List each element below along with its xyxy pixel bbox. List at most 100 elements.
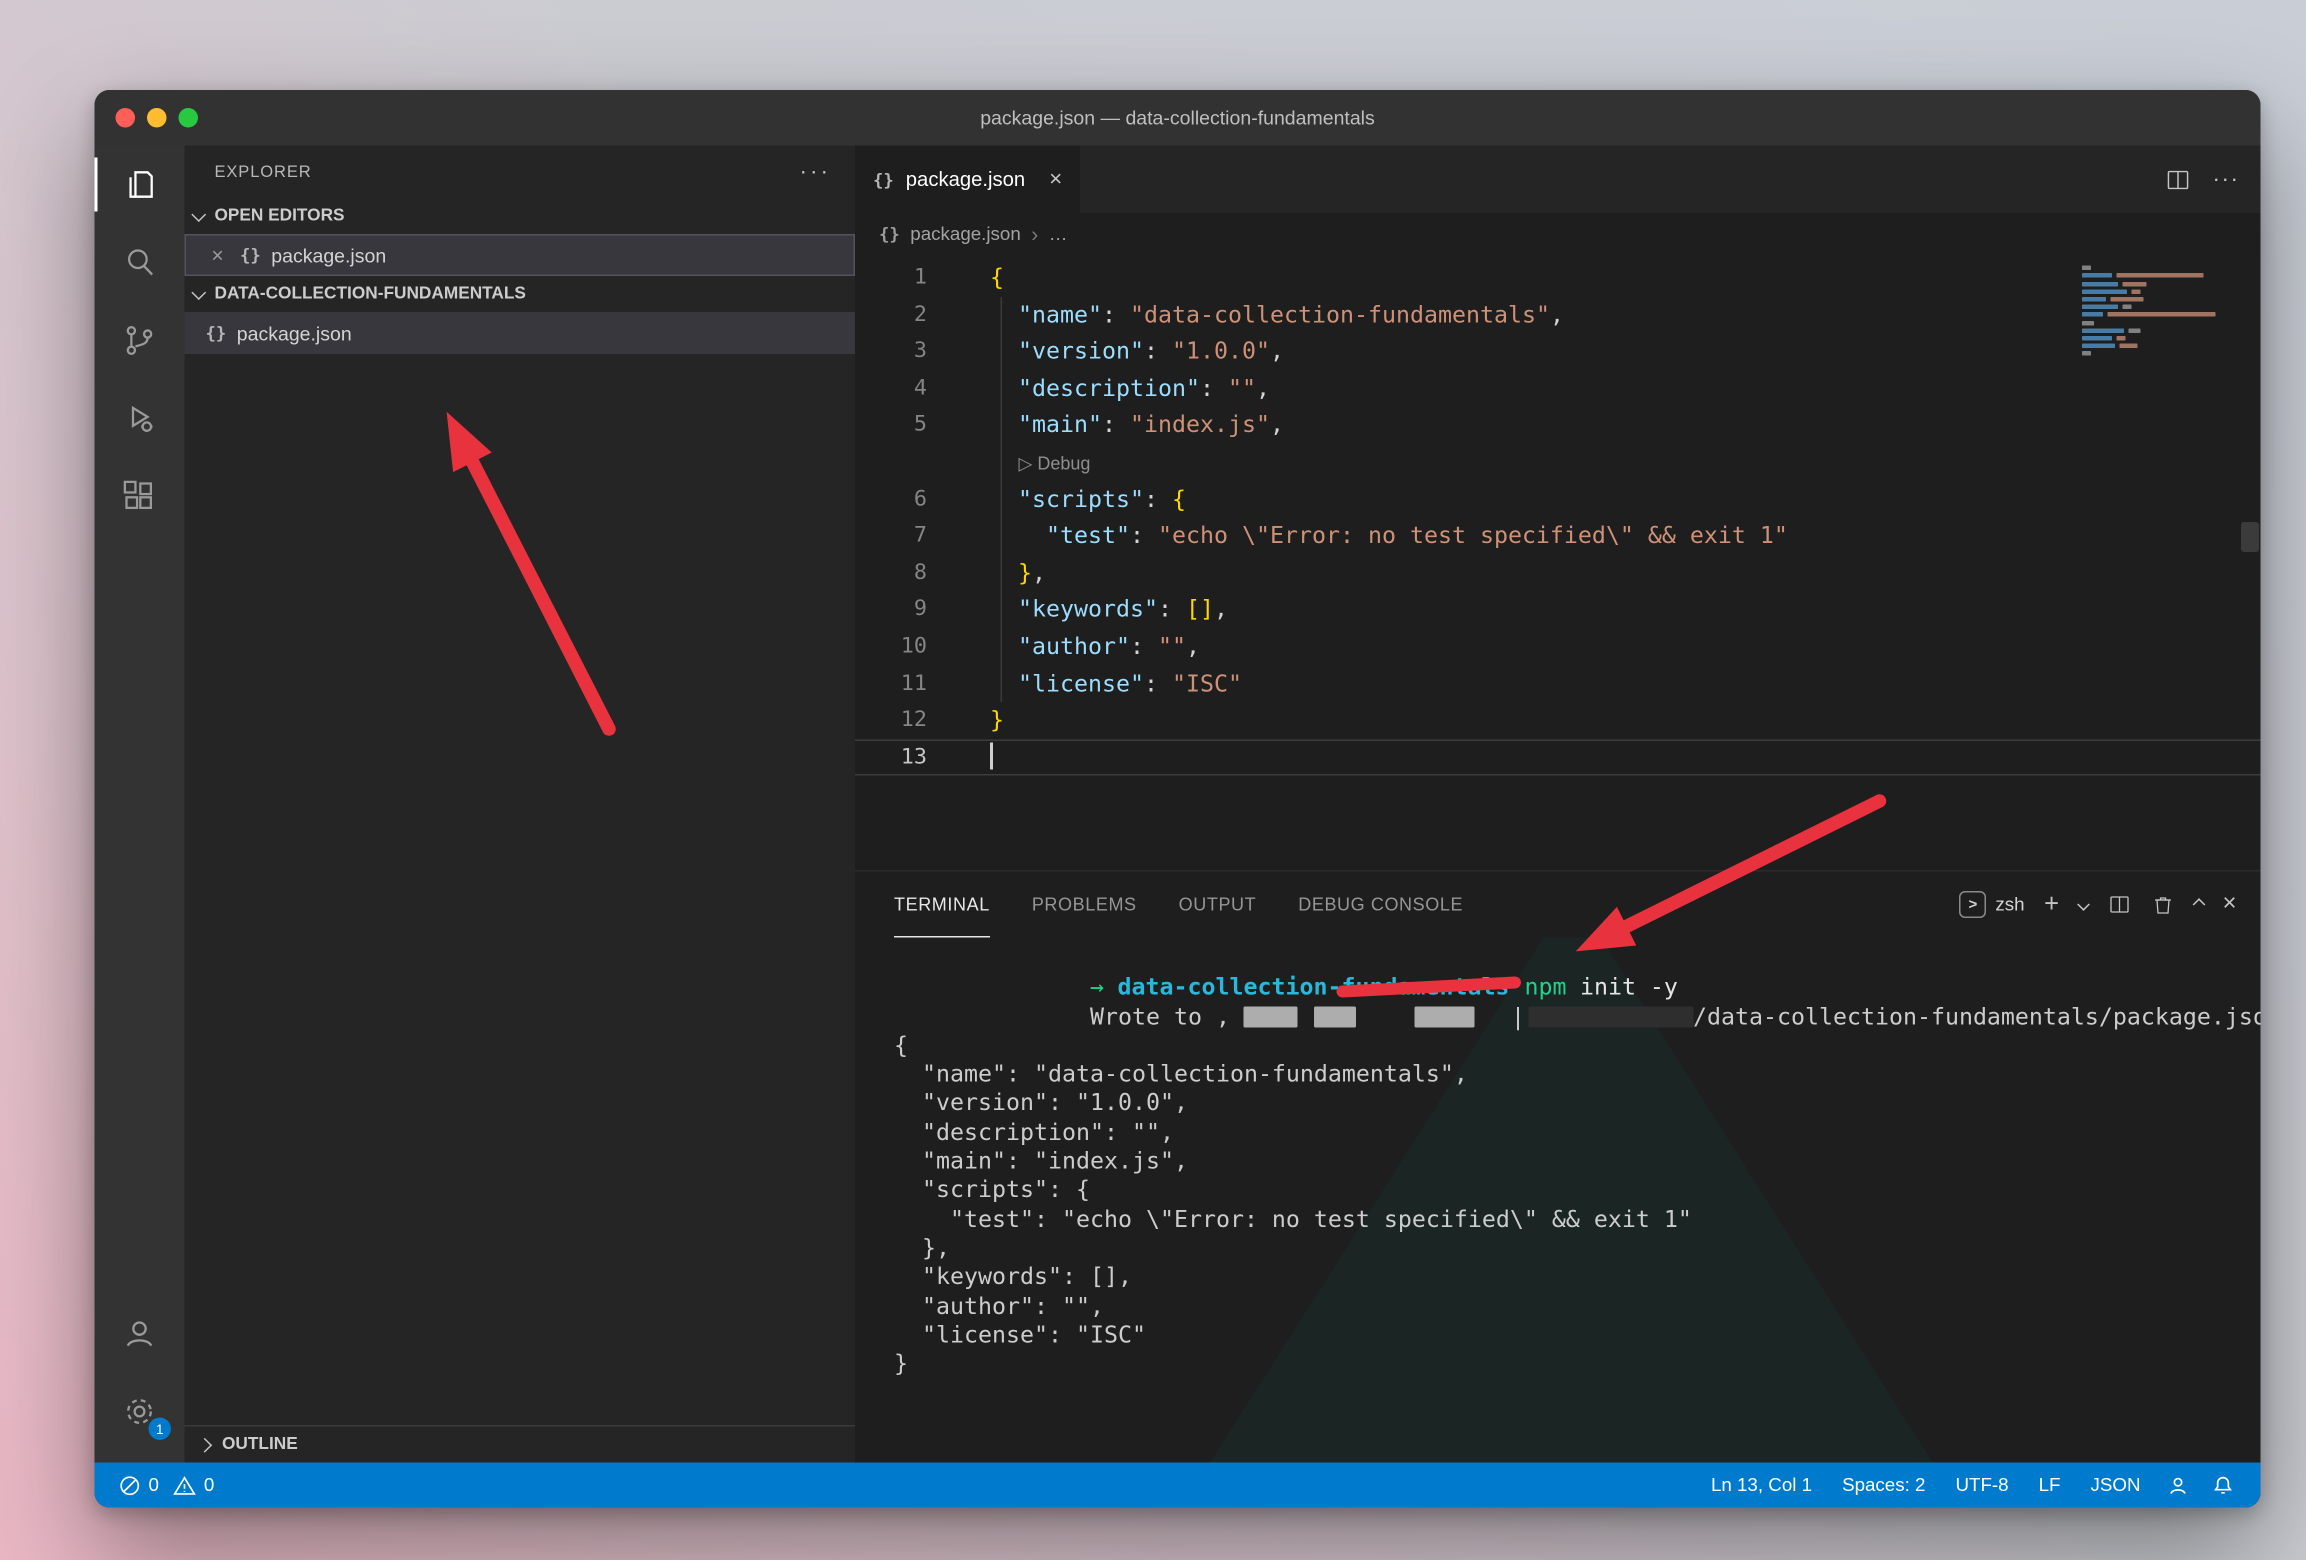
kill-terminal-trash-icon[interactable] [2150,893,2174,917]
source-control-icon[interactable] [95,302,185,380]
tab-terminal[interactable]: TERMINAL [894,872,990,938]
tab-package-json[interactable]: {} package.json × [855,146,1082,214]
line-number: 8 [855,555,960,592]
language-mode-status[interactable]: JSON [2078,1463,2152,1508]
panel-header: TERMINAL PROBLEMS OUTPUT DEBUG CONSOLE >… [855,872,2261,938]
line-content: "keywords": [], [960,592,1228,629]
line-content: "license": "ISC" [960,665,1242,702]
terminal-output-line: "author": "", [894,1292,2261,1321]
code-line[interactable]: 3 "version": "1.0.0", [855,333,2261,370]
line-number: 11 [855,665,960,702]
sidebar-explorer: EXPLORER ··· OPEN EDITORS × {} package.j… [185,146,856,1463]
shell-label: zsh [1995,894,2024,915]
line-number [855,444,960,481]
line-content: "main": "index.js", [960,407,1284,444]
errors-icon [119,1474,142,1497]
code-line[interactable]: 9 "keywords": [], [855,592,2261,629]
code-line[interactable]: 5 "main": "index.js", [855,407,2261,444]
tab-output[interactable]: OUTPUT [1179,872,1257,938]
terminal-output-line: "keywords": [], [894,1263,2261,1292]
file-item-package-json[interactable]: {} package.json [185,312,856,354]
terminal-output: { "name": "data-collection-fundamentals"… [894,1032,2261,1379]
split-editor-icon[interactable] [2165,166,2192,193]
notifications-bell-icon[interactable] [2204,1463,2243,1508]
line-number: 4 [855,370,960,407]
tab-problems[interactable]: PROBLEMS [1032,872,1137,938]
terminal-dropdown-icon[interactable] [2077,898,2090,911]
sidebar-title: EXPLORER [215,163,312,181]
terminal-output-line: } [894,1350,2261,1379]
codelens-line[interactable]: ▷ Debug [855,444,2261,481]
open-editor-item-package-json[interactable]: × {} package.json [185,234,856,276]
problems-status[interactable]: 0 0 [113,1463,221,1508]
terminal-output-line: "main": "index.js", [894,1148,2261,1177]
encoding-status[interactable]: UTF-8 [1943,1463,2020,1508]
line-number: 1 [855,260,960,297]
terminal-icon: > [1959,891,1986,918]
settings-gear-icon[interactable]: 0 1 [95,1373,185,1451]
editor-cursor [990,742,993,769]
settings-notification-badge: 1 [149,1418,172,1441]
json-file-icon: {} [206,323,227,344]
shell-selector[interactable]: > zsh [1959,891,2024,918]
run-debug-icon[interactable] [95,380,185,458]
cursor-position-status[interactable]: Ln 13, Col 1 [1699,1463,1824,1508]
debug-codelens[interactable]: ▷ Debug [1019,453,1091,474]
editor-scrollbar[interactable] [2241,522,2259,552]
minimap[interactable] [2075,263,2240,356]
explorer-more-actions-icon[interactable]: ··· [800,159,832,185]
line-number: 5 [855,407,960,444]
split-terminal-icon[interactable] [2107,893,2131,917]
terminal-prompt-line[interactable]: →data-collection-fundamentals [894,1437,2261,1462]
new-terminal-icon[interactable]: + [2044,890,2059,920]
editor-more-actions-icon[interactable]: ··· [2213,167,2240,193]
open-editors-label: OPEN EDITORS [215,207,345,225]
json-file-icon: {} [873,169,894,190]
tab-debug-console[interactable]: DEBUG CONSOLE [1298,872,1463,938]
line-number: 12 [855,702,960,739]
code-line[interactable]: 12} [855,702,2261,739]
breadcrumb-file[interactable]: package.json [910,224,1021,245]
close-editor-icon[interactable]: × [206,243,230,267]
line-content: "version": "1.0.0", [960,333,1284,370]
terminal-output-line: "name": "data-collection-fundamentals", [894,1061,2261,1090]
terminal-output-line: "license": "ISC" [894,1321,2261,1350]
terminal-command-line: →data-collection-fundamentalsnpminit -y [894,945,2261,974]
code-line[interactable]: 6 "scripts": { [855,481,2261,518]
code-line[interactable]: 13 [855,739,2261,776]
line-content: "name": "data-collection-fundamentals", [960,296,1564,333]
breadcrumb-more[interactable]: … [1049,224,1068,245]
code-line[interactable]: 8 }, [855,555,2261,592]
maximize-panel-icon[interactable] [2192,898,2205,911]
terminal-output-line: "version": "1.0.0", [894,1090,2261,1119]
breadcrumb[interactable]: {} package.json › … [855,213,2261,255]
line-number: 2 [855,296,960,333]
tab-label: package.json [906,168,1025,191]
terminal-output-line: "test": "echo \"Error: no test specified… [894,1206,2261,1235]
feedback-icon[interactable] [2159,1463,2198,1508]
open-editors-header[interactable]: OPEN EDITORS [185,198,856,234]
accounts-icon[interactable] [95,1295,185,1373]
close-panel-icon[interactable]: × [2222,891,2236,918]
line-number: 10 [855,628,960,665]
explorer-icon[interactable] [95,146,185,224]
outline-section-header[interactable]: OUTLINE [185,1425,856,1463]
line-number: 9 [855,592,960,629]
code-line[interactable]: 4 "description": "", [855,370,2261,407]
code-line[interactable]: 7 "test": "echo \"Error: no test specifi… [855,518,2261,555]
search-icon[interactable] [95,224,185,302]
extensions-icon[interactable] [95,458,185,536]
breadcrumb-separator-icon: › [1031,222,1038,246]
indentation-status[interactable]: Spaces: 2 [1830,1463,1937,1508]
code-line[interactable]: 11 "license": "ISC" [855,665,2261,702]
terminal-content[interactable]: →data-collection-fundamentalsnpminit -y … [855,938,2261,1463]
code-editor[interactable]: 1{2 "name": "data-collection-fundamental… [855,255,2261,870]
close-tab-icon[interactable]: × [1049,167,1062,193]
code-line[interactable]: 10 "author": "", [855,628,2261,665]
line-content: "author": "", [960,628,1200,665]
file-name-label: package.json [237,322,352,345]
eol-status[interactable]: LF [2027,1463,2073,1508]
code-line[interactable]: 2 "name": "data-collection-fundamentals"… [855,296,2261,333]
folder-section-header[interactable]: DATA-COLLECTION-FUNDAMENTALS [185,276,856,312]
code-line[interactable]: 1{ [855,260,2261,297]
